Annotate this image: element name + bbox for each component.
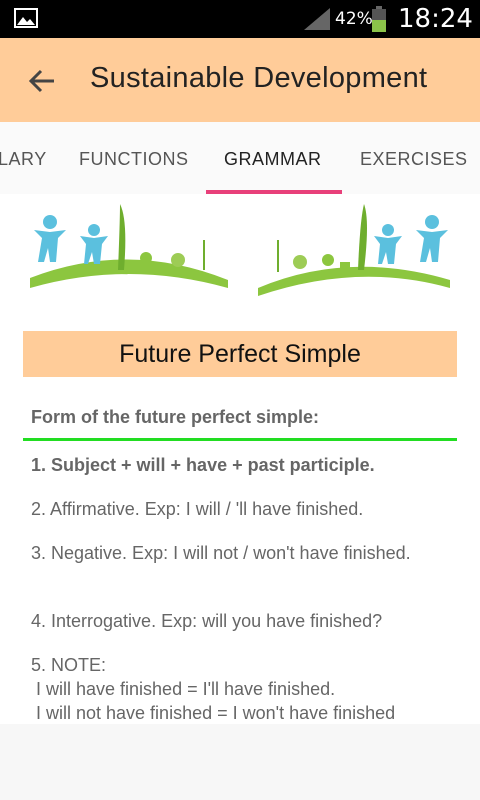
- sustainability-banner-image: [30, 204, 450, 296]
- battery-icon: [372, 6, 386, 32]
- signal-icon: [304, 8, 330, 30]
- rule-item: 3. Negative. Exp: I will not / won't hav…: [31, 543, 411, 563]
- back-arrow-icon[interactable]: [28, 67, 56, 95]
- note-label: 5. NOTE:: [31, 655, 107, 675]
- rule-item: 4. Interrogative. Exp: will you have fin…: [31, 611, 383, 631]
- status-bar: 42% 18:24: [0, 0, 480, 38]
- rule-item: 1. Subject + will + have + past particip…: [31, 455, 375, 475]
- tab-bar: LARY FUNCTIONS GRAMMAR EXERCISES: [0, 122, 480, 194]
- content-area: Future Perfect Simple Form of the future…: [0, 194, 480, 724]
- app-bar: Sustainable Development: [0, 38, 480, 122]
- section-heading-text: Future Perfect Simple: [119, 340, 361, 368]
- note-line: I will not have finished = I won't have …: [31, 703, 396, 723]
- image-icon: [14, 8, 38, 28]
- page-title: Sustainable Development: [90, 62, 428, 94]
- tab-exercises[interactable]: EXERCISES: [360, 149, 468, 170]
- clock: 18:24: [398, 4, 473, 34]
- note-line: I will have finished = I'll have finishe…: [31, 679, 336, 699]
- tab-grammar[interactable]: GRAMMAR: [224, 149, 322, 170]
- divider: [23, 438, 457, 441]
- form-label: Form of the future perfect simple:: [31, 407, 320, 427]
- rule-item: 2. Affirmative. Exp: I will / 'll have f…: [31, 499, 364, 519]
- tab-vocabulary[interactable]: LARY: [0, 149, 47, 170]
- tab-functions[interactable]: FUNCTIONS: [79, 149, 189, 170]
- battery-percent: 42%: [335, 9, 373, 29]
- section-heading: Future Perfect Simple: [23, 331, 457, 377]
